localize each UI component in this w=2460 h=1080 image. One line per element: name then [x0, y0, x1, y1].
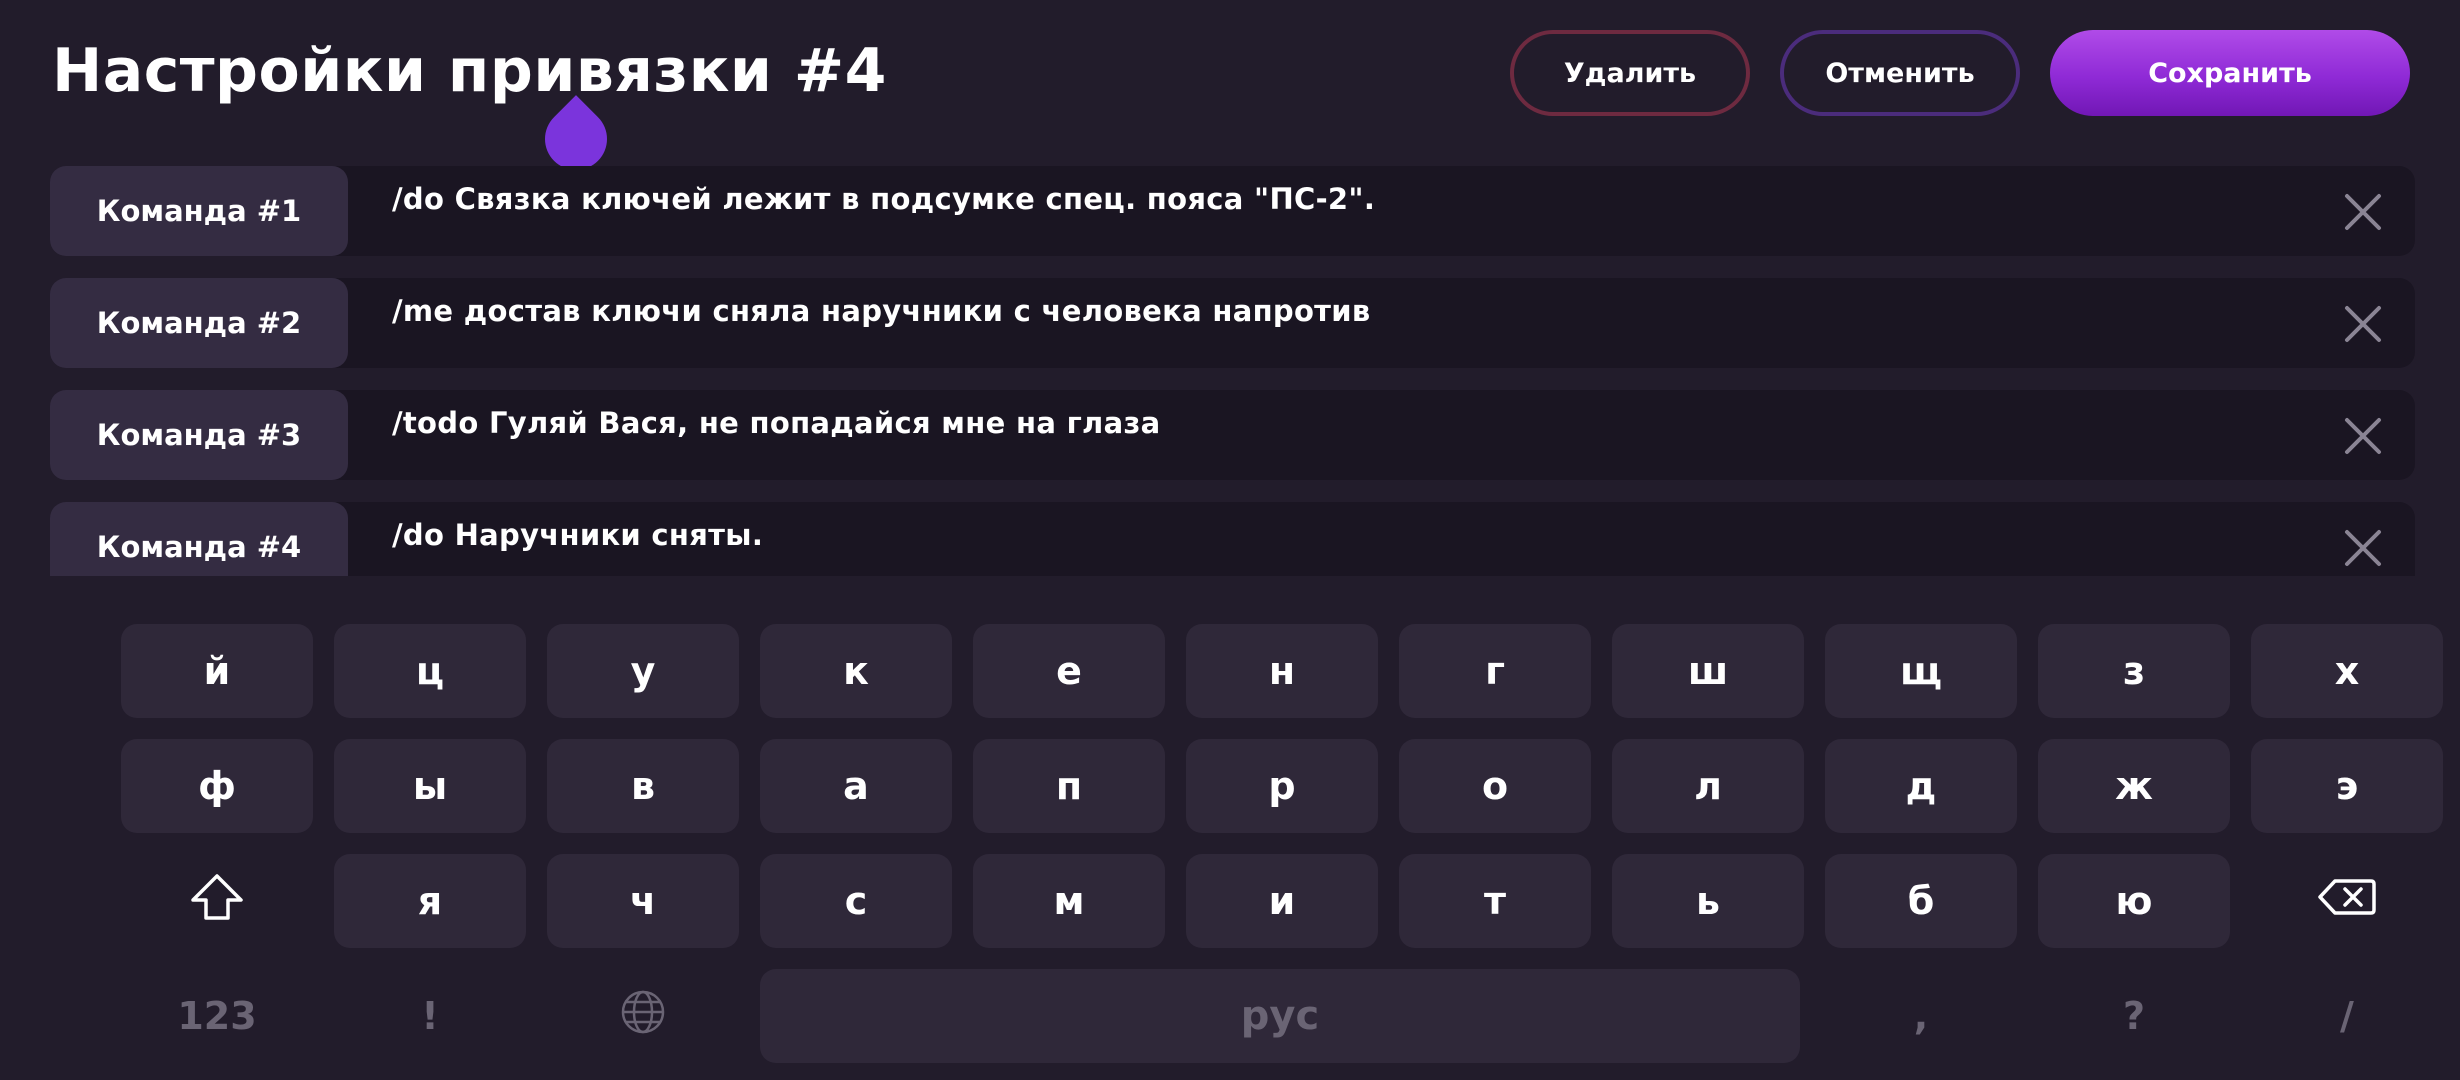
key-л[interactable]: л — [1612, 739, 1804, 833]
command-row-1: Команда #1 /do Связка ключей лежит в под… — [50, 166, 2415, 256]
backspace-key[interactable] — [2251, 854, 2443, 948]
question-key[interactable]: ? — [2038, 969, 2230, 1063]
command-label: Команда #2 — [50, 278, 348, 368]
key-ц[interactable]: ц — [334, 624, 526, 718]
close-icon[interactable] — [2343, 416, 2383, 456]
command-label: Команда #1 — [50, 166, 348, 256]
key-а[interactable]: а — [760, 739, 952, 833]
key-м[interactable]: м — [973, 854, 1165, 948]
key-ь[interactable]: ь — [1612, 854, 1804, 948]
numbers-key[interactable]: 123 — [121, 969, 313, 1063]
key-ю[interactable]: ю — [2038, 854, 2230, 948]
command-row-3: Команда #3 /todo Гуляй Вася, не попадайс… — [50, 390, 2415, 480]
delete-button[interactable]: Удалить — [1510, 30, 1750, 116]
command-input[interactable]: /me достав ключи сняла наручники с челов… — [392, 294, 1371, 328]
header: Настройки привязки #4 Удалить Отменить С… — [0, 0, 2460, 150]
slash-key[interactable]: / — [2251, 969, 2443, 1063]
key-и[interactable]: и — [1186, 854, 1378, 948]
backspace-icon — [2317, 877, 2377, 926]
key-г[interactable]: г — [1399, 624, 1591, 718]
close-icon[interactable] — [2343, 192, 2383, 232]
command-list: Команда #1 /do Связка ключей лежит в под… — [50, 166, 2415, 576]
command-row-2: Команда #2 /me достав ключи сняла наручн… — [50, 278, 2415, 368]
shift-icon — [189, 872, 245, 931]
key-р[interactable]: р — [1186, 739, 1378, 833]
key-е[interactable]: е — [973, 624, 1165, 718]
key-ф[interactable]: ф — [121, 739, 313, 833]
page-title: Настройки привязки #4 — [52, 36, 887, 106]
key-к[interactable]: к — [760, 624, 952, 718]
save-button[interactable]: Сохранить — [2050, 30, 2410, 116]
key-в[interactable]: в — [547, 739, 739, 833]
command-row-4: Команда #4 /do Наручники сняты. — [50, 502, 2415, 576]
key-у[interactable]: у — [547, 624, 739, 718]
language-key[interactable] — [547, 969, 739, 1063]
key-х[interactable]: х — [2251, 624, 2443, 718]
key-т[interactable]: т — [1399, 854, 1591, 948]
command-input[interactable]: /todo Гуляй Вася, не попадайся мне на гл… — [392, 406, 1161, 440]
close-icon[interactable] — [2343, 304, 2383, 344]
key-с[interactable]: с — [760, 854, 952, 948]
on-screen-keyboard: й ц у к е н г ш щ з х ф ы в а п р о л д … — [0, 600, 2460, 1080]
comma-key[interactable]: , — [1825, 969, 2017, 1063]
shift-key[interactable] — [121, 854, 313, 948]
close-icon[interactable] — [2343, 528, 2383, 568]
key-б[interactable]: б — [1825, 854, 2017, 948]
globe-icon — [620, 989, 666, 1044]
key-з[interactable]: з — [2038, 624, 2230, 718]
space-key[interactable]: рус — [760, 969, 1800, 1063]
key-д[interactable]: д — [1825, 739, 2017, 833]
key-н[interactable]: н — [1186, 624, 1378, 718]
key-э[interactable]: э — [2251, 739, 2443, 833]
command-label: Команда #3 — [50, 390, 348, 480]
command-input[interactable]: /do Наручники сняты. — [392, 518, 763, 552]
key-щ[interactable]: щ — [1825, 624, 2017, 718]
key-ч[interactable]: ч — [547, 854, 739, 948]
key-я[interactable]: я — [334, 854, 526, 948]
key-о[interactable]: о — [1399, 739, 1591, 833]
key-ж[interactable]: ж — [2038, 739, 2230, 833]
command-label: Команда #4 — [50, 502, 348, 576]
key-ш[interactable]: ш — [1612, 624, 1804, 718]
command-input[interactable]: /do Связка ключей лежит в подсумке спец.… — [392, 182, 1375, 216]
key-ы[interactable]: ы — [334, 739, 526, 833]
key-й[interactable]: й — [121, 624, 313, 718]
cancel-button[interactable]: Отменить — [1780, 30, 2020, 116]
key-п[interactable]: п — [973, 739, 1165, 833]
exclamation-key[interactable]: ! — [334, 969, 526, 1063]
